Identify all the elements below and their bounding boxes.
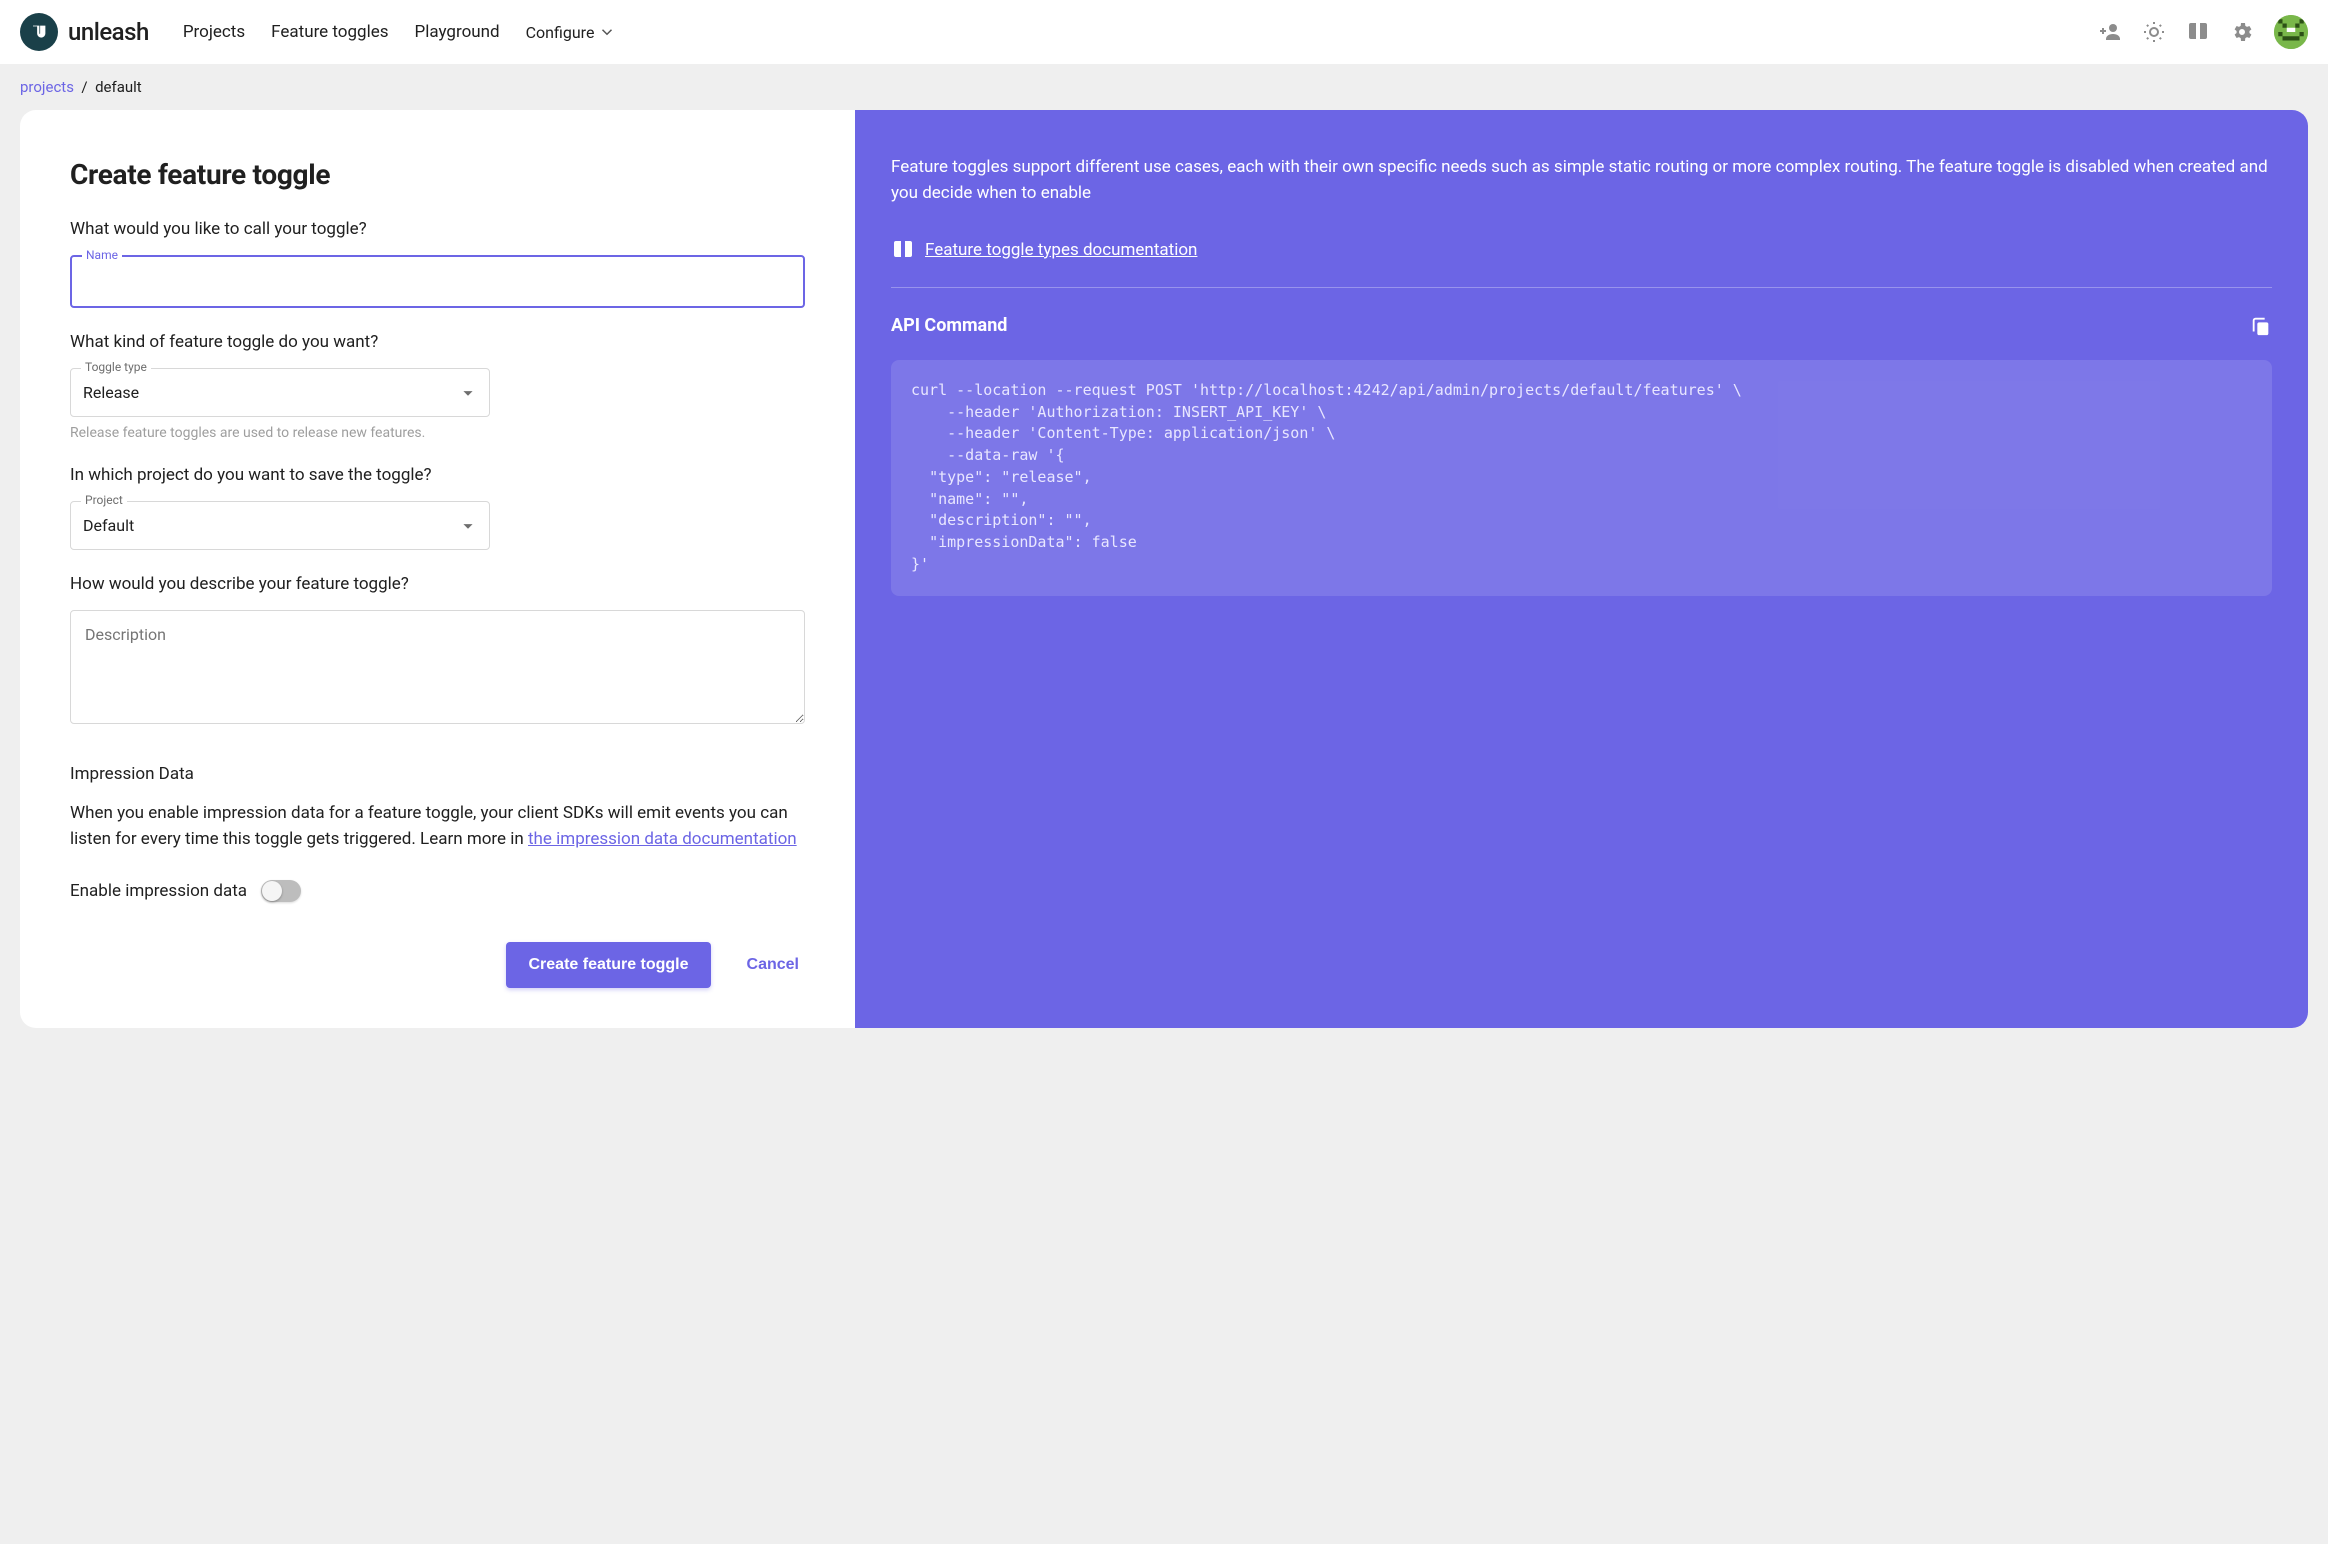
theme-icon[interactable]	[2142, 20, 2166, 44]
toolbar-icons	[2098, 15, 2308, 49]
type-label: Toggle type	[81, 360, 151, 374]
main-nav: Projects Feature toggles Playground Conf…	[183, 22, 617, 42]
description-input[interactable]	[70, 610, 805, 724]
impression-body: When you enable impression data for a fe…	[70, 801, 805, 852]
project-label: Project	[81, 493, 127, 507]
cancel-button[interactable]: Cancel	[741, 955, 805, 975]
logo-icon	[20, 13, 58, 51]
type-question: What kind of feature toggle do you want?	[70, 332, 805, 352]
name-label: Name	[82, 248, 122, 262]
api-command-title: API Command	[891, 312, 1007, 340]
nav-configure[interactable]: Configure	[526, 23, 617, 42]
nav-playground[interactable]: Playground	[415, 22, 500, 42]
name-input[interactable]	[84, 272, 791, 292]
book-icon	[891, 238, 915, 262]
project-question: In which project do you want to save the…	[70, 465, 805, 485]
impression-switch[interactable]	[261, 880, 301, 902]
divider	[891, 287, 2272, 288]
nav-projects[interactable]: Projects	[183, 22, 245, 42]
content-card: Create feature toggle What would you lik…	[20, 110, 2308, 1028]
type-value: Release	[83, 383, 139, 402]
form-panel: Create feature toggle What would you lik…	[20, 110, 855, 1028]
nav-feature-toggles[interactable]: Feature toggles	[271, 22, 388, 42]
copy-icon[interactable]	[2250, 315, 2272, 337]
brand-name: unleash	[68, 18, 149, 46]
logo[interactable]: unleash	[20, 13, 149, 51]
type-helper: Release feature toggles are used to rele…	[70, 425, 805, 441]
project-value: Default	[83, 516, 134, 535]
avatar[interactable]	[2274, 15, 2308, 49]
impression-doc-link[interactable]: the impression data documentation	[528, 829, 797, 849]
desc-question: How would you describe your feature togg…	[70, 574, 805, 594]
breadcrumb-current: default	[95, 78, 142, 96]
api-code-block[interactable]: curl --location --request POST 'http://l…	[891, 360, 2272, 596]
breadcrumb: projects / default	[0, 64, 2328, 110]
side-panel: Feature toggles support different use ca…	[855, 110, 2308, 1028]
types-doc-link[interactable]: Feature toggle types documentation	[925, 237, 1197, 263]
submit-button[interactable]: Create feature toggle	[506, 942, 710, 988]
topbar: unleash Projects Feature toggles Playgro…	[0, 0, 2328, 64]
settings-icon[interactable]	[2230, 20, 2254, 44]
chevron-down-icon	[457, 382, 479, 404]
chevron-down-icon	[598, 23, 616, 41]
nav-configure-label: Configure	[526, 23, 595, 42]
page-title: Create feature toggle	[70, 158, 805, 191]
name-question: What would you like to call your toggle?	[70, 219, 805, 239]
project-select[interactable]: Project Default	[70, 501, 490, 550]
toggle-type-select[interactable]: Toggle type Release	[70, 368, 490, 417]
add-user-icon[interactable]	[2098, 20, 2122, 44]
breadcrumb-sep: /	[81, 78, 87, 96]
enable-impression-label: Enable impression data	[70, 881, 247, 901]
breadcrumb-projects[interactable]: projects	[20, 78, 74, 96]
docs-icon[interactable]	[2186, 20, 2210, 44]
name-field-wrapper[interactable]: Name	[70, 255, 805, 308]
chevron-down-icon	[457, 515, 479, 537]
side-intro: Feature toggles support different use ca…	[891, 154, 2272, 207]
impression-title: Impression Data	[70, 764, 805, 784]
